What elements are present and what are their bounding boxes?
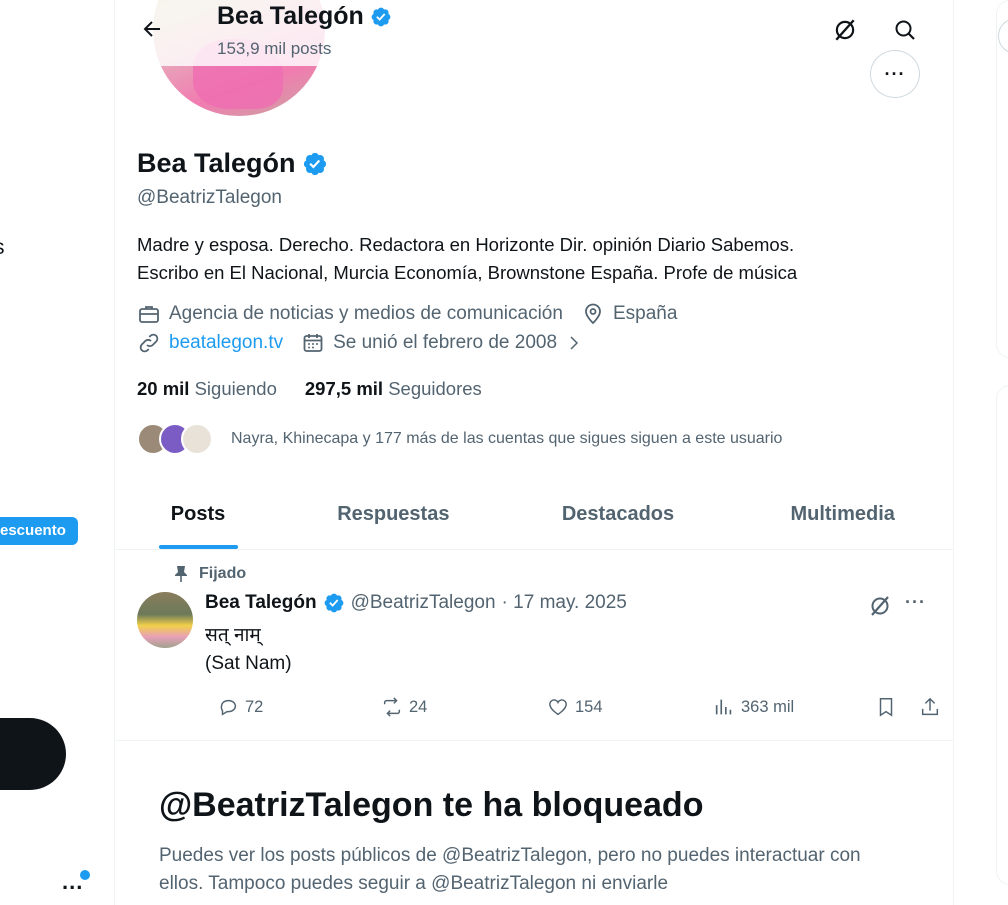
pinned-label: Fijado (199, 565, 247, 582)
tweet-author-handle[interactable]: @BeatrizTalegon (351, 592, 496, 614)
profile-meta-row-2: beatalegon.tv Se unió el febrero de 2008 (137, 331, 601, 355)
location-pin-icon (585, 303, 601, 325)
chevron-right-icon (570, 336, 579, 350)
followers-you-know-text: Nayra, Khinecapa y 177 más de las cuenta… (231, 430, 783, 447)
tweet-author-avatar[interactable] (137, 592, 193, 648)
profile-joined[interactable]: Se unió el febrero de 2008 (301, 331, 583, 355)
reply-button[interactable]: 72 (217, 696, 263, 718)
views-chart-icon (715, 699, 732, 715)
profile-joined-text: Se unió el febrero de 2008 (333, 332, 558, 353)
tweet-more-button[interactable]: ··· (905, 592, 926, 613)
profile-meta-row-1: Agencia de noticias y medios de comunica… (137, 302, 695, 326)
profile-category: Agencia de noticias y medios de comunica… (137, 302, 563, 326)
followers-you-know[interactable]: Nayra, Khinecapa y 177 más de las cuenta… (137, 423, 782, 455)
bookmark-button[interactable] (875, 696, 897, 718)
profile-website[interactable]: beatalegon.tv (137, 331, 283, 355)
right-sidebar-card (996, 0, 1008, 358)
tweet-grok-button[interactable] (860, 586, 900, 626)
following-count: 20 mil (137, 378, 190, 399)
share-button[interactable] (919, 696, 941, 718)
reply-icon (220, 699, 237, 716)
pin-icon (175, 566, 187, 582)
bio-line: Madre y esposa. Derecho. Redactora en Ho… (137, 234, 795, 255)
briefcase-icon (139, 306, 159, 323)
like-count: 154 (575, 697, 603, 716)
views-count: 363 mil (741, 697, 795, 716)
blocked-description: Puedes ver los posts públicos de @Beatri… (159, 845, 861, 894)
repost-icon (383, 697, 401, 717)
search-icon (895, 20, 915, 40)
profile-name-text: Bea Talegón (137, 148, 296, 178)
profile-location: España (581, 302, 677, 326)
profile-location-text: España (612, 303, 678, 324)
header-post-count: 153,9 mil posts (217, 39, 332, 58)
calendar-icon (303, 334, 323, 352)
followers-label: Seguidores (388, 378, 482, 399)
discount-badge[interactable]: escuento (0, 517, 78, 545)
back-button[interactable] (133, 10, 171, 48)
follow-stats: 20 mil Siguiendo 297,5 mil Seguidores (137, 378, 482, 400)
bio-line: Escribo en El Nacional, Murcia Economía,… (137, 262, 798, 283)
follower-avatar (181, 423, 213, 455)
tweet-actions: 72 24 154 363 mil (205, 696, 939, 724)
notification-dot (80, 870, 90, 880)
grok-icon (871, 596, 889, 616)
blocked-title: @BeatrizTalegon te ha bloqueado (159, 786, 704, 824)
bookmark-icon (879, 698, 893, 717)
profile-tabs: Posts Respuestas Destacados Multimedia (115, 480, 953, 550)
post-button[interactable] (0, 718, 66, 790)
arrow-left-icon (143, 21, 160, 37)
followers-count: 297,5 mil (304, 378, 384, 399)
following-label: Siguiendo (194, 378, 277, 399)
tweet-author-name[interactable]: Bea Talegón (205, 592, 317, 614)
followers-link[interactable]: 297,5 mil Seguidores (305, 378, 482, 400)
search-button[interactable] (885, 10, 925, 50)
verified-badge-icon (371, 7, 391, 26)
verified-badge-icon (324, 593, 343, 613)
tweet-date[interactable]: · 17 may. 2025 (502, 592, 627, 614)
divider (115, 740, 953, 741)
tab-multimedia[interactable]: Multimedia (730, 480, 953, 549)
sidebar-partial-label[interactable]: s (0, 236, 5, 260)
profile-bio: Madre y esposa. Derecho. Redactora en Ho… (137, 231, 937, 287)
share-icon (921, 697, 939, 716)
profile-column: Bea Talegón 153,9 mil posts ··· Bea Tale… (114, 0, 954, 905)
verified-badge-icon (303, 152, 326, 175)
grok-icon (835, 19, 855, 41)
profile-name: Bea Talegón (137, 148, 328, 179)
views-button[interactable]: 363 mil (713, 696, 794, 718)
link-icon (139, 333, 159, 353)
tweet-text-line: सत् नाम् (205, 625, 261, 646)
following-link[interactable]: 20 mil Siguiendo (137, 378, 277, 400)
tweet-header: Bea Talegón @BeatrizTalegon · 17 may. 20… (205, 592, 627, 614)
tab-respuestas[interactable]: Respuestas (281, 480, 506, 549)
profile-handle: @BeatrizTalegon (137, 187, 282, 208)
profile-category-text: Agencia de noticias y medios de comunica… (169, 303, 563, 324)
repost-button[interactable]: 24 (381, 696, 427, 718)
header-name-text: Bea Talegón (217, 2, 364, 30)
grok-button[interactable] (825, 10, 865, 50)
header-name: Bea Talegón (217, 2, 392, 31)
tab-destacados[interactable]: Destacados (506, 480, 731, 549)
profile-more-button[interactable]: ··· (870, 50, 920, 98)
reply-count: 72 (245, 697, 264, 716)
heart-icon (549, 699, 567, 716)
right-sidebar-card (996, 385, 1008, 885)
tweet-text-line: (Sat Nam) (205, 653, 292, 674)
repost-count: 24 (409, 697, 428, 716)
profile-website-link[interactable]: beatalegon.tv (169, 332, 283, 354)
like-button[interactable]: 154 (547, 696, 603, 718)
tab-posts[interactable]: Posts (115, 480, 281, 549)
pinned-indicator: Fijado (173, 565, 246, 583)
tweet-text: सत् नाम् (Sat Nam) (205, 622, 292, 678)
